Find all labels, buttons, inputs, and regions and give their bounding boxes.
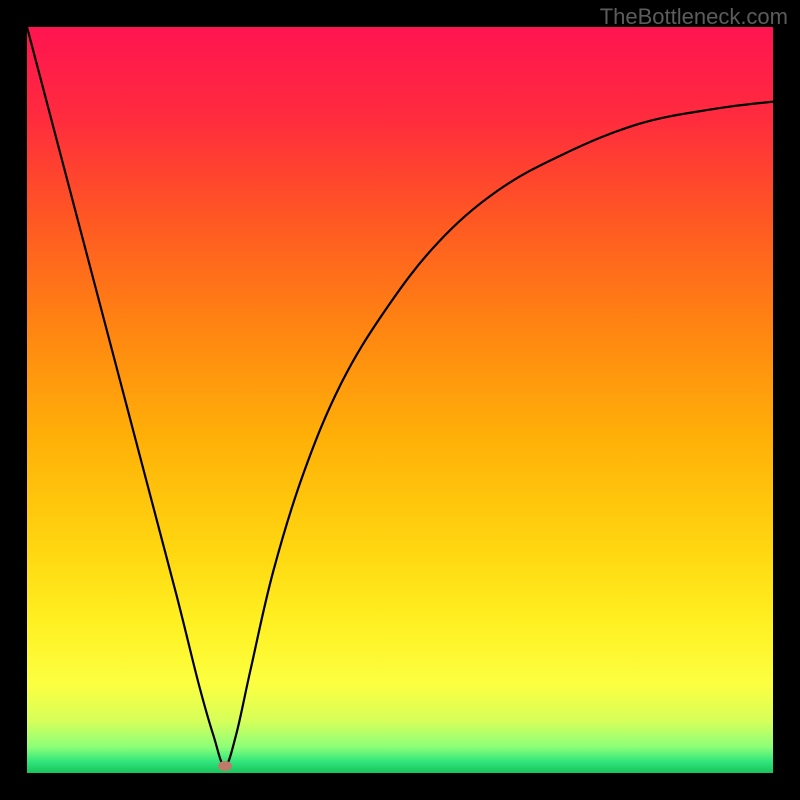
chart-frame: TheBottleneck.com	[0, 0, 800, 800]
plot-area	[27, 27, 773, 773]
optimal-point-marker	[218, 761, 232, 771]
bottleneck-curve	[27, 27, 773, 773]
watermark-text: TheBottleneck.com	[600, 4, 788, 30]
